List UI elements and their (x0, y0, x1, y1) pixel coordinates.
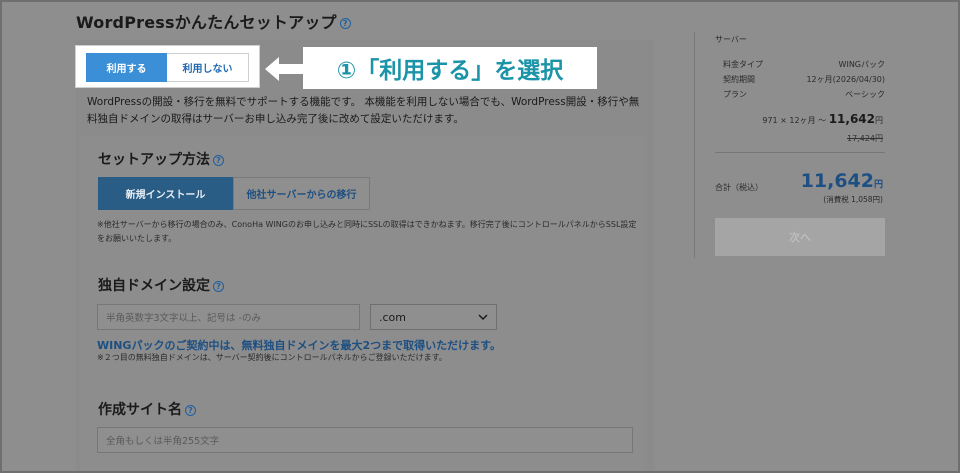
tab-migrate[interactable]: 他社サーバーからの移行 (233, 177, 370, 210)
summary-row-label: 料金タイプ (723, 60, 763, 69)
site-name-input[interactable]: 全角もしくは半角255文字 (97, 427, 633, 453)
next-button[interactable]: 次へ (715, 218, 885, 256)
domain-heading: 独自ドメイン設定? (98, 275, 224, 295)
usage-toggle: 利用する 利用しない (75, 45, 260, 88)
total-unit: 円 (873, 180, 883, 190)
site-name-title: 作成サイト名 (98, 402, 182, 418)
setup-method-title: セットアップ方法 (98, 152, 210, 168)
help-icon[interactable]: ? (339, 18, 351, 29)
domain-title: 独自ドメイン設定 (98, 278, 210, 294)
tld-select-value: .com (379, 310, 406, 324)
summary-row-value: ベーシック (845, 90, 885, 99)
tld-select[interactable]: .com (370, 304, 497, 330)
calc-unit: 円 (875, 116, 883, 125)
summary-row-label: プラン (723, 90, 747, 99)
summary-row-value: 12ヶ月(2026/04/30) (806, 75, 885, 84)
feature-description: WordPressの開設・移行を無料でサポートする機能です。 本機能を利用しない… (87, 96, 640, 125)
divider (715, 152, 885, 153)
instruction-callout: ①「利用する」を選択 (303, 47, 597, 89)
total-label: 合計（税込） (715, 183, 763, 192)
tab-new-install[interactable]: 新規インストール (98, 177, 233, 210)
summary-header: サーバー (715, 35, 747, 44)
summary-row-value: WINGパック (838, 60, 885, 69)
calc-prefix: 971 × 12ヶ月 ～ (762, 116, 827, 125)
help-icon[interactable]: ? (213, 280, 224, 292)
page-title: WordPressかんたんセットアップ? (76, 9, 351, 33)
help-icon[interactable]: ? (185, 404, 196, 416)
summary-row: 料金タイプ WINGパック (723, 59, 885, 70)
tax-note: (消費税 1,058円) (823, 195, 883, 204)
domain-input[interactable]: 半角英数字3文字以上、記号は -のみ (97, 304, 360, 330)
total-price: 11,642円 (801, 170, 883, 192)
site-name-heading: 作成サイト名? (98, 399, 196, 419)
summary-row: プラン ベーシック (723, 89, 885, 100)
second-domain-note: ※２つ目の無料独自ドメインは、サーバー契約後にコントロールパネルからご登録いただ… (97, 353, 447, 362)
order-summary: サーバー 料金タイプ WINGパック 契約期間 12ヶ月(2026/04/30)… (694, 32, 890, 258)
help-icon[interactable]: ? (213, 154, 224, 166)
ssl-note: ※他社サーバーから移行の場合のみ、ConoHa WINGのお申し込みと同時にSS… (97, 220, 637, 243)
price-calculation: 971 × 12ヶ月 ～ 11,642円 (762, 112, 883, 126)
chevron-down-icon (478, 314, 488, 321)
use-button[interactable]: 利用する (86, 53, 167, 82)
free-domain-note: WINGパックのご契約中は、無料独自ドメインを最大2つまで取得いただけます。 (97, 339, 502, 352)
arrow-left-icon (265, 57, 303, 81)
setup-method-heading: セットアップ方法? (98, 149, 224, 169)
summary-row: 契約期間 12ヶ月(2026/04/30) (723, 74, 885, 85)
total-value: 11,642 (800, 170, 874, 192)
original-price: 17,424円 (847, 134, 883, 143)
page-title-text: WordPressかんたんセットアップ (76, 13, 337, 32)
calc-value: 11,642 (828, 112, 875, 126)
summary-row-label: 契約期間 (723, 75, 755, 84)
no-use-button[interactable]: 利用しない (167, 53, 249, 82)
